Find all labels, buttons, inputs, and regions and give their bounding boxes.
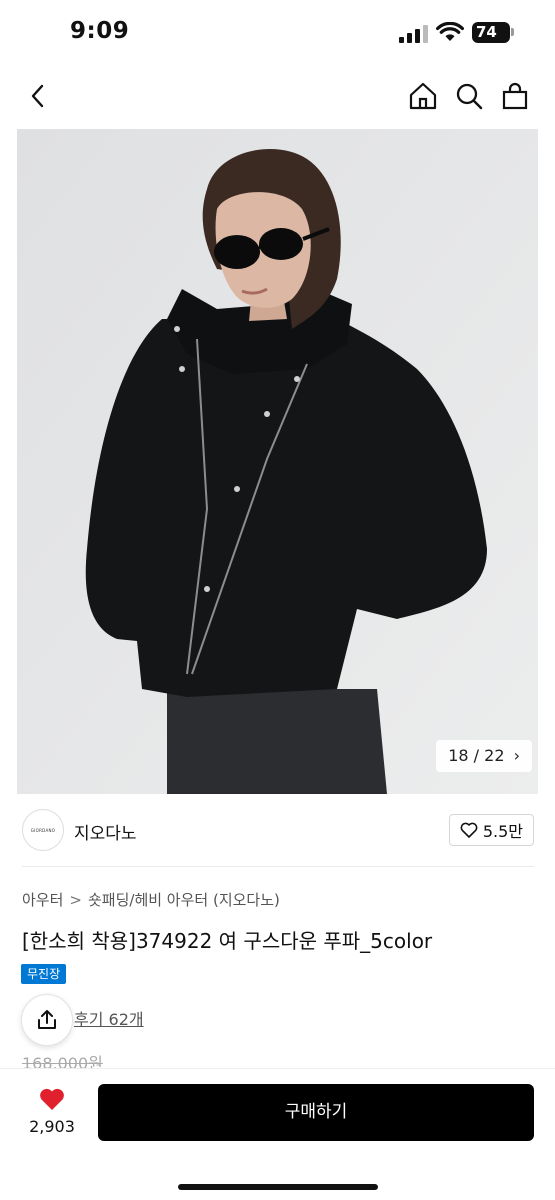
share-button[interactable] xyxy=(21,994,73,1046)
brand-like-count: 5.5만 xyxy=(482,822,523,841)
signal-icon xyxy=(399,25,429,43)
divider xyxy=(22,866,534,867)
reviews-link[interactable]: 후기 62개 xyxy=(74,1006,144,1030)
product-photo-illustration xyxy=(17,129,538,794)
wishlist-button[interactable]: 2,903 xyxy=(22,1087,82,1136)
bottom-bar: 2,903 구매하기 xyxy=(0,1068,555,1200)
battery-cap xyxy=(511,28,514,36)
breadcrumb-item-padding[interactable]: 숏패딩/헤비 아우터 (지오다노) xyxy=(88,891,280,909)
status-time: 9:09 xyxy=(70,18,130,44)
image-counter-text: 18 / 22 xyxy=(448,746,505,765)
brand-like-button[interactable]: 5.5만 xyxy=(448,814,534,846)
wifi-icon xyxy=(436,21,464,42)
buy-button[interactable]: 구매하기 xyxy=(98,1084,534,1141)
wishlist-count: 2,903 xyxy=(29,1117,75,1136)
battery-icon: 74 xyxy=(472,22,510,43)
home-indicator xyxy=(178,1184,378,1190)
image-counter[interactable]: 18 / 22 › xyxy=(436,740,532,772)
product-title: [한소희 착용]374922 여 구스다운 푸파_5color xyxy=(22,929,433,953)
brand-row: GIORDANO 지오다노 5.5만 xyxy=(22,809,534,851)
home-icon[interactable] xyxy=(405,78,441,114)
delivery-badge: 무진장 xyxy=(21,964,67,984)
product-image[interactable]: 18 / 22 › xyxy=(17,129,538,794)
chevron-right-icon: › xyxy=(513,746,520,765)
chevron-left-icon[interactable] xyxy=(20,78,56,114)
breadcrumb: 아우터 > 숏패딩/헤비 아우터 (지오다노) xyxy=(22,889,280,910)
brand-logo[interactable]: GIORDANO xyxy=(22,809,64,851)
breadcrumb-separator: > xyxy=(69,891,82,909)
heart-outline-icon xyxy=(460,822,478,838)
share-icon xyxy=(38,1010,56,1029)
brand-name[interactable]: 지오다노 xyxy=(74,819,137,844)
status-bar: 9:09 74 xyxy=(0,0,555,66)
shopping-bag-icon[interactable] xyxy=(497,78,533,114)
heart-filled-icon xyxy=(40,1088,64,1110)
breadcrumb-item-outer[interactable]: 아우터 xyxy=(22,891,63,909)
top-nav xyxy=(0,66,555,126)
search-icon[interactable] xyxy=(451,78,487,114)
